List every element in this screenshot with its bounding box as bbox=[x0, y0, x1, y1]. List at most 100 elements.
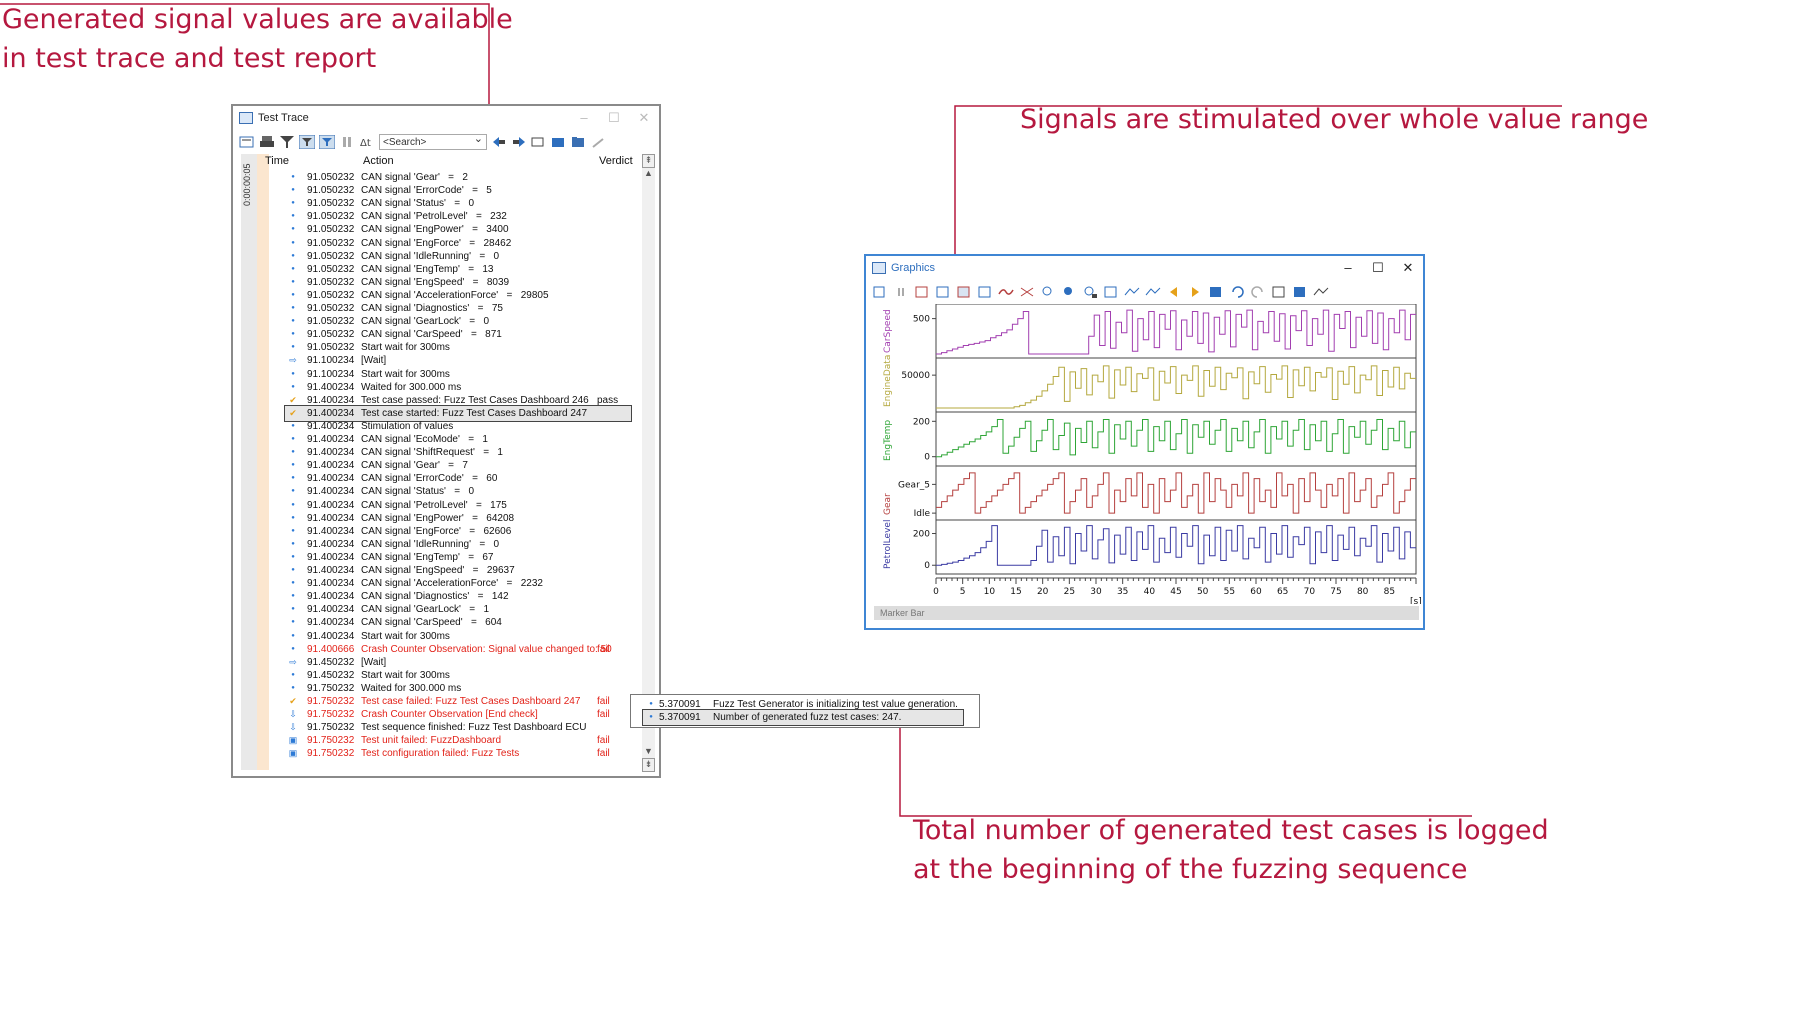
trace-row[interactable]: ▣ 91.750232 Test configuration failed: Fuz… bbox=[285, 746, 631, 761]
minimize-icon[interactable]: – bbox=[1333, 260, 1363, 276]
search-next-icon[interactable] bbox=[511, 135, 527, 149]
y-tick-label: 0 bbox=[924, 453, 930, 463]
x-unit-label: [s] bbox=[1410, 597, 1421, 604]
trace-scrollbar[interactable]: ⇞ ▲ ▼ ⇟ bbox=[642, 154, 655, 772]
row-time: 91.750232 bbox=[307, 748, 355, 760]
zoom-in-icon[interactable] bbox=[1040, 285, 1056, 299]
trace-snippet: ● 5.370091 Fuzz Test Generator is initiali… bbox=[630, 694, 980, 728]
options-icon[interactable] bbox=[591, 135, 607, 149]
search-prev-icon[interactable] bbox=[491, 135, 507, 149]
y-tick-label: 50000 bbox=[901, 371, 930, 381]
column-action[interactable]: Action bbox=[363, 155, 394, 167]
column-time[interactable]: Time bbox=[265, 155, 289, 167]
row-action: Test configuration failed: Fuzz Tests bbox=[361, 748, 520, 760]
layout-icon[interactable] bbox=[956, 285, 972, 299]
callout-line-2: in test trace and test report bbox=[2, 43, 377, 74]
graphics-titlebar[interactable]: Graphics – ☐ ✕ bbox=[866, 256, 1423, 280]
scroll-up-icon[interactable]: ▲ bbox=[642, 168, 655, 180]
x-tick-label: 15 bbox=[1010, 587, 1021, 597]
line-style-icon[interactable] bbox=[1124, 285, 1140, 299]
measure-icon[interactable] bbox=[1019, 285, 1035, 299]
filter-list-icon[interactable] bbox=[239, 135, 255, 149]
y-tick-label: Idle bbox=[914, 509, 931, 519]
delta-time-icon[interactable]: Δt bbox=[359, 135, 375, 149]
series-label: CarSpeed bbox=[883, 309, 893, 353]
graphics-title: Graphics bbox=[891, 262, 936, 274]
filter-icon[interactable] bbox=[279, 135, 295, 149]
filter-active-icon[interactable] bbox=[299, 135, 315, 149]
signal-icon[interactable] bbox=[998, 285, 1014, 299]
maximize-icon[interactable]: ☐ bbox=[1363, 260, 1393, 276]
export-icon[interactable] bbox=[551, 135, 567, 149]
x-tick-label: 35 bbox=[1117, 587, 1128, 597]
x-tick-label: 75 bbox=[1330, 587, 1341, 597]
row-action: Number of generated fuzz test cases: 247… bbox=[713, 712, 902, 723]
trace-window-icon bbox=[239, 112, 253, 124]
maximize-icon[interactable]: ☐ bbox=[599, 110, 629, 126]
series-label: EngineData bbox=[883, 355, 893, 407]
x-tick-label: 0 bbox=[933, 587, 939, 597]
x-tick-label: 45 bbox=[1170, 587, 1181, 597]
time-ruler[interactable]: 0:00:00:05 bbox=[241, 154, 258, 770]
prev-marker-icon[interactable] bbox=[1166, 285, 1182, 299]
x-tick-label: 70 bbox=[1304, 587, 1316, 597]
print-icon[interactable] bbox=[259, 135, 275, 149]
trace-title: Test Trace bbox=[258, 112, 309, 124]
signal-chart[interactable]: CarSpeed 500EngineData 50000EngTemp 2000Gea… bbox=[872, 304, 1421, 604]
graphics-toolbar bbox=[866, 280, 1423, 304]
trace-list: ● 91.050232 CAN signal 'Gear' = 2 ● 91.05023… bbox=[284, 170, 637, 774]
next-marker-icon[interactable] bbox=[1187, 285, 1203, 299]
y-tick-label: 0 bbox=[924, 561, 930, 571]
zoom-fit-icon[interactable] bbox=[1082, 285, 1098, 299]
scroll-top-icon[interactable]: ⇞ bbox=[642, 154, 655, 168]
columns-icon[interactable] bbox=[531, 135, 547, 149]
column-verdict[interactable]: Verdict bbox=[599, 155, 633, 167]
filter-verdict-icon[interactable] bbox=[319, 135, 335, 149]
scroll-bottom-icon[interactable]: ⇟ bbox=[642, 758, 655, 772]
layout-dropdown-icon[interactable] bbox=[977, 285, 993, 299]
undo-icon[interactable] bbox=[1229, 285, 1245, 299]
window-controls: – ☐ ✕ bbox=[569, 110, 659, 126]
x-tick-label: 55 bbox=[1224, 587, 1235, 597]
x-tick-label: 80 bbox=[1357, 587, 1369, 597]
redo-icon[interactable] bbox=[1250, 285, 1266, 299]
callout-line-1: Total number of generated test cases is … bbox=[913, 815, 1549, 846]
callout-test-trace: Generated signal values are available in… bbox=[2, 0, 513, 78]
x-tick-label: 85 bbox=[1384, 587, 1395, 597]
fit-icon[interactable] bbox=[914, 285, 930, 299]
bullet-icon: ● bbox=[649, 714, 653, 720]
pause-icon[interactable] bbox=[893, 285, 909, 299]
graphics-window-controls: – ☐ ✕ bbox=[1333, 260, 1423, 276]
graph-options-icon[interactable] bbox=[1313, 285, 1329, 299]
x-tick-label: 30 bbox=[1090, 587, 1102, 597]
minimize-icon[interactable]: – bbox=[569, 110, 599, 126]
scroll-down-icon[interactable]: ▼ bbox=[642, 746, 655, 756]
marker-bar[interactable]: Marker Bar bbox=[874, 606, 1419, 620]
snippet-list: ● 5.370091 Fuzz Test Generator is initiali… bbox=[642, 697, 977, 727]
row-verdict: fail bbox=[597, 748, 610, 760]
snippet-row[interactable]: ● 5.370091 Number of generated fuzz test c… bbox=[642, 709, 964, 726]
callout-line-2: at the beginning of the fuzzing sequence bbox=[913, 854, 1468, 885]
config-icon[interactable] bbox=[1271, 285, 1287, 299]
close-icon[interactable]: ✕ bbox=[1393, 260, 1423, 276]
zoom-out-icon[interactable] bbox=[1061, 285, 1077, 299]
cursor-icon[interactable] bbox=[872, 285, 888, 299]
folder-icon[interactable] bbox=[571, 135, 587, 149]
x-tick-label: 50 bbox=[1197, 587, 1209, 597]
export-icon[interactable] bbox=[1292, 285, 1308, 299]
trace-titlebar[interactable]: Test Trace – ☐ ✕ bbox=[233, 106, 659, 130]
zoom-x-icon[interactable] bbox=[935, 285, 951, 299]
search-input[interactable]: <Search> bbox=[379, 131, 487, 150]
point-style-icon[interactable] bbox=[1145, 285, 1161, 299]
leader-line-snippet bbox=[899, 717, 1472, 817]
y-tick-label: 500 bbox=[913, 315, 930, 325]
series-label: PetrolLevel bbox=[883, 520, 893, 569]
x-tick-label: 20 bbox=[1037, 587, 1049, 597]
close-icon[interactable]: ✕ bbox=[629, 110, 659, 126]
y-tick-label: 200 bbox=[913, 417, 930, 427]
pause-icon[interactable] bbox=[339, 135, 355, 149]
axis-icon[interactable] bbox=[1103, 285, 1119, 299]
trace-toolbar: Δt <Search> bbox=[233, 130, 659, 154]
trace-marker-strip bbox=[257, 154, 269, 770]
marker-icon[interactable] bbox=[1208, 285, 1224, 299]
